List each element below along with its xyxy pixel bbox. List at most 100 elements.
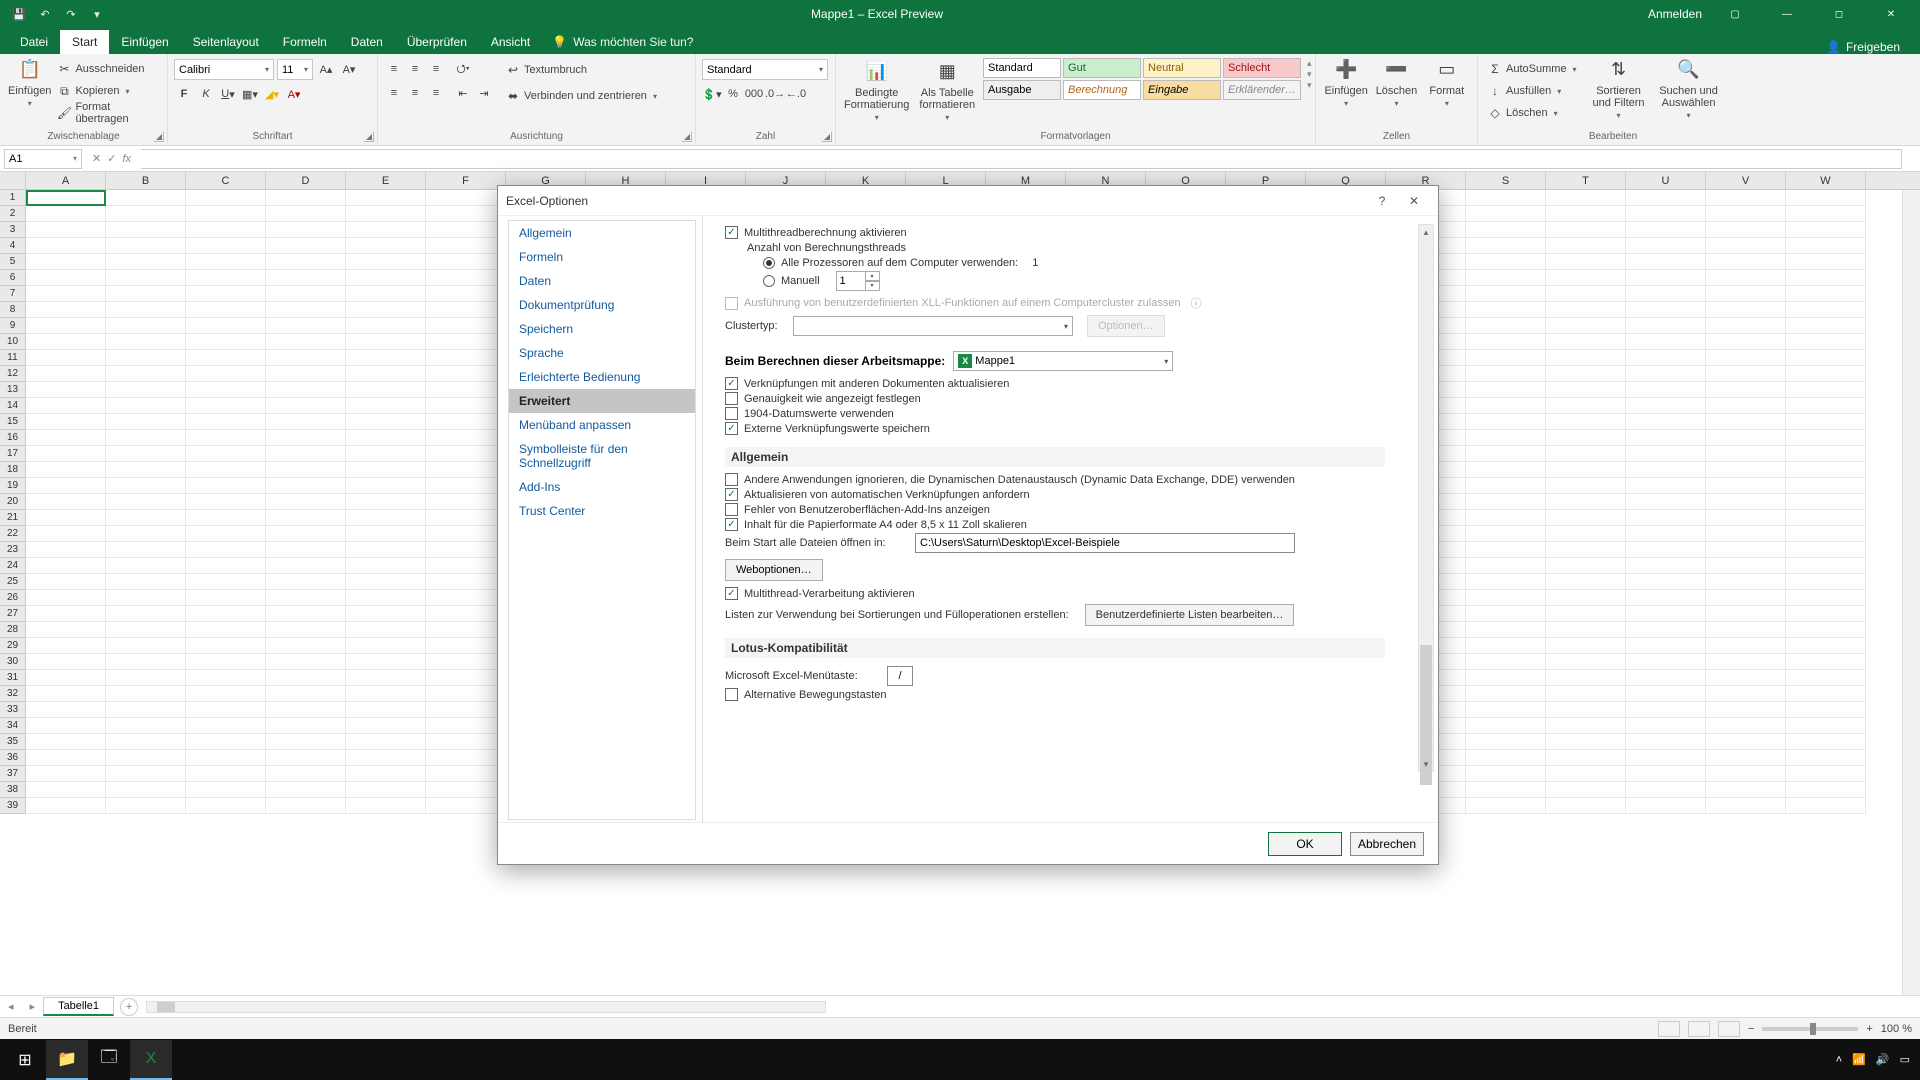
cell[interactable] — [986, 702, 1066, 718]
cell[interactable] — [1226, 222, 1306, 238]
cell[interactable] — [746, 558, 826, 574]
cell[interactable] — [1386, 590, 1466, 606]
cell[interactable] — [1546, 206, 1626, 222]
cell[interactable] — [746, 526, 826, 542]
cell[interactable] — [1066, 206, 1146, 222]
cell[interactable] — [266, 462, 346, 478]
cell[interactable] — [666, 190, 746, 206]
cell[interactable] — [186, 382, 266, 398]
cell[interactable] — [266, 718, 346, 734]
cell[interactable] — [1706, 622, 1786, 638]
cell[interactable] — [426, 398, 506, 414]
cell[interactable] — [1226, 206, 1306, 222]
cell[interactable] — [106, 414, 186, 430]
cell[interactable] — [1786, 750, 1866, 766]
cell[interactable] — [906, 206, 986, 222]
cell[interactable] — [826, 670, 906, 686]
font-launcher[interactable] — [364, 132, 374, 142]
row-header[interactable]: 6 — [0, 270, 25, 286]
cell[interactable] — [186, 494, 266, 510]
cell[interactable] — [26, 414, 106, 430]
cell[interactable] — [266, 798, 346, 814]
cell[interactable] — [266, 366, 346, 382]
cell[interactable] — [1626, 654, 1706, 670]
cell[interactable] — [746, 478, 826, 494]
sheet-nav-prev[interactable]: ◂ — [0, 1000, 22, 1013]
cell[interactable] — [26, 750, 106, 766]
cell[interactable] — [426, 318, 506, 334]
conditional-formatting-button[interactable]: 📊 Bedingte Formatierung▾ — [842, 58, 911, 125]
cell[interactable] — [1626, 286, 1706, 302]
cell[interactable] — [266, 766, 346, 782]
horizontal-scrollbar[interactable] — [146, 1001, 826, 1013]
cell[interactable] — [666, 622, 746, 638]
cell[interactable] — [1546, 718, 1626, 734]
row-header[interactable]: 31 — [0, 670, 25, 686]
cell[interactable] — [1786, 670, 1866, 686]
cell[interactable] — [1706, 654, 1786, 670]
cell[interactable] — [106, 718, 186, 734]
cell[interactable] — [106, 542, 186, 558]
cell[interactable] — [266, 574, 346, 590]
cell[interactable] — [1466, 782, 1546, 798]
cell[interactable] — [586, 574, 666, 590]
cell[interactable] — [1626, 350, 1706, 366]
cell[interactable] — [1786, 638, 1866, 654]
cell[interactable] — [266, 638, 346, 654]
cell[interactable] — [746, 654, 826, 670]
cell[interactable] — [1786, 686, 1866, 702]
cell[interactable] — [1386, 734, 1466, 750]
cell[interactable] — [666, 526, 746, 542]
cell[interactable] — [986, 558, 1066, 574]
row-header[interactable]: 9 — [0, 318, 25, 334]
cell[interactable] — [186, 606, 266, 622]
cell[interactable] — [1466, 478, 1546, 494]
cell[interactable] — [826, 750, 906, 766]
cell[interactable] — [1706, 446, 1786, 462]
cell[interactable] — [1466, 382, 1546, 398]
cell[interactable] — [186, 686, 266, 702]
cell[interactable] — [1386, 462, 1466, 478]
cell[interactable] — [1386, 350, 1466, 366]
cell[interactable] — [826, 766, 906, 782]
cell[interactable] — [1626, 798, 1706, 814]
cell[interactable] — [1066, 670, 1146, 686]
cell[interactable] — [1546, 398, 1626, 414]
row-header[interactable]: 14 — [0, 398, 25, 414]
cell[interactable] — [1786, 606, 1866, 622]
cell[interactable] — [1226, 510, 1306, 526]
cell[interactable] — [1146, 542, 1226, 558]
cell[interactable] — [1626, 622, 1706, 638]
cell[interactable] — [586, 494, 666, 510]
cell[interactable] — [1146, 702, 1226, 718]
cell[interactable] — [1306, 574, 1386, 590]
cell[interactable] — [266, 414, 346, 430]
cell[interactable] — [1226, 606, 1306, 622]
cell[interactable] — [906, 590, 986, 606]
cell[interactable] — [1546, 318, 1626, 334]
cell[interactable] — [1786, 510, 1866, 526]
cell[interactable] — [346, 270, 426, 286]
cell[interactable] — [1626, 606, 1706, 622]
cell[interactable] — [1706, 686, 1786, 702]
cell[interactable] — [1226, 462, 1306, 478]
cell[interactable] — [826, 318, 906, 334]
cell[interactable] — [1066, 686, 1146, 702]
cell[interactable] — [1466, 238, 1546, 254]
cell[interactable] — [1066, 430, 1146, 446]
cell[interactable] — [506, 558, 586, 574]
cell[interactable] — [666, 414, 746, 430]
cell[interactable] — [266, 686, 346, 702]
cell[interactable] — [106, 350, 186, 366]
align-center-button[interactable]: ≡ — [405, 83, 425, 103]
cell[interactable] — [586, 478, 666, 494]
cell[interactable] — [186, 478, 266, 494]
cell[interactable] — [106, 366, 186, 382]
cell[interactable] — [666, 334, 746, 350]
cell[interactable] — [1706, 750, 1786, 766]
cell[interactable] — [586, 446, 666, 462]
cell[interactable] — [26, 446, 106, 462]
cell[interactable] — [1786, 766, 1866, 782]
cell[interactable] — [1306, 590, 1386, 606]
cell[interactable] — [666, 286, 746, 302]
